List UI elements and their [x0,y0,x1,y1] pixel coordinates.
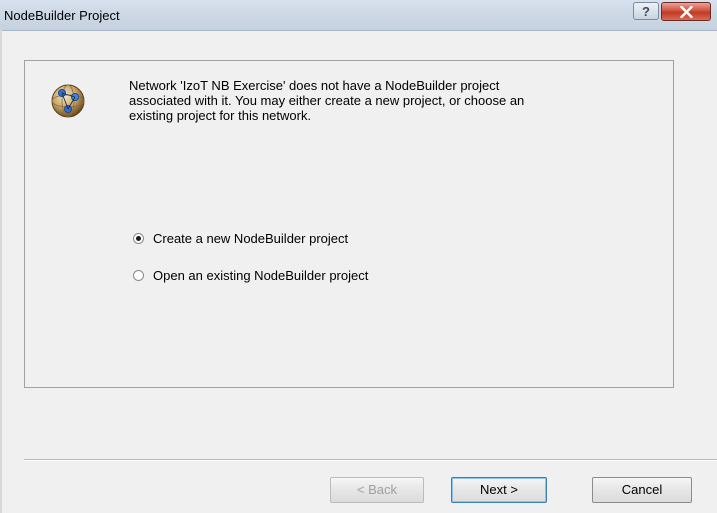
message-line: existing project for this network. [129,108,312,123]
open-existing-radio[interactable] [133,269,144,281]
back-button[interactable]: < Back [330,477,424,503]
next-button[interactable]: Next > [451,477,547,503]
create-new-label[interactable]: Create a new NodeBuilder project [153,231,348,246]
message-line: associated with it. You may either creat… [129,93,525,108]
cancel-button[interactable]: Cancel [592,477,692,503]
title-bar[interactable]: NodeBuilder Project ? [0,0,717,31]
close-button[interactable] [661,2,711,21]
window-title: NodeBuilder Project [4,8,120,23]
window-left-edge [0,30,2,513]
network-globe-icon [51,84,85,118]
info-message: Network 'IzoT NB Exercise' does not have… [129,78,599,123]
close-icon [680,6,693,18]
open-existing-label[interactable]: Open an existing NodeBuilder project [153,268,368,283]
create-new-radio[interactable] [133,232,144,244]
nodebuilder-project-dialog: NodeBuilder Project ? Network 'IzoT NB E… [0,0,717,513]
help-button[interactable]: ? [633,2,659,20]
option-open-existing-project[interactable]: Open an existing NodeBuilder project [133,266,368,284]
radio-selected-dot [136,235,141,241]
option-create-new-project[interactable]: Create a new NodeBuilder project [133,229,348,247]
message-line: Network 'IzoT NB Exercise' does not have… [129,78,500,93]
button-separator [24,459,717,461]
